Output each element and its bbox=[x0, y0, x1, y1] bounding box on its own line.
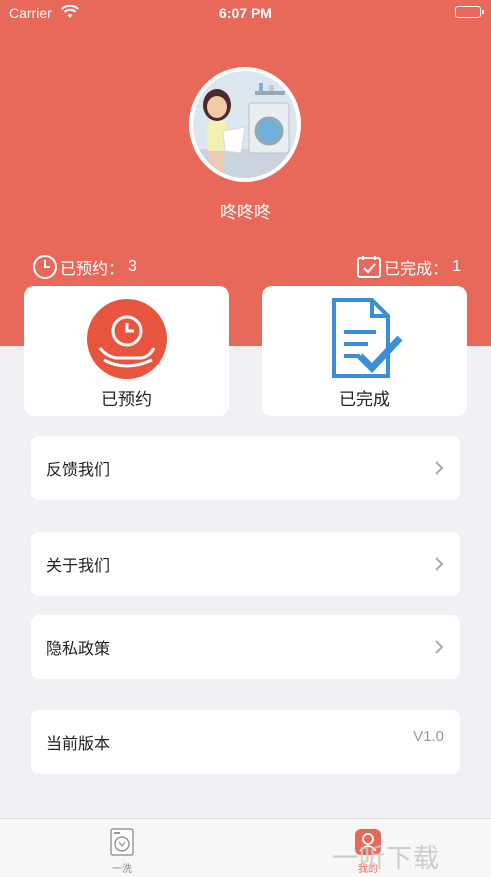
username: 咚咚咚 bbox=[220, 203, 271, 222]
completed-stat-label: 已完成： bbox=[384, 261, 449, 278]
avatar[interactable] bbox=[189, 67, 301, 182]
booking-clock-hand-icon bbox=[87, 299, 167, 379]
completed-card[interactable]: 已完成 bbox=[262, 286, 467, 416]
battery-icon bbox=[455, 6, 484, 18]
chevron-right-icon bbox=[435, 461, 444, 475]
feedback-label: 反馈我们 bbox=[46, 462, 111, 479]
status-bar: Carrier 6:07 PM bbox=[0, 0, 491, 26]
privacy-row[interactable]: 隐私政策 bbox=[31, 615, 460, 679]
clock-text: 6:07 PM bbox=[219, 5, 272, 21]
completed-stat-count: 1 bbox=[452, 258, 461, 275]
feedback-row[interactable]: 反馈我们 bbox=[31, 436, 460, 500]
clock-icon bbox=[33, 255, 57, 279]
completed-stat: 已完成： 1 bbox=[355, 253, 461, 281]
watermark: 一听下载 bbox=[332, 844, 441, 874]
tab-wash-label: 一洗 bbox=[112, 864, 132, 875]
version-label: 当前版本 bbox=[46, 736, 111, 753]
booked-stat: 已预约： 3 bbox=[31, 253, 137, 281]
booked-card-label: 已预约 bbox=[101, 390, 152, 409]
completed-card-label: 已完成 bbox=[339, 390, 390, 409]
version-row: 当前版本 V1.0 bbox=[31, 710, 460, 774]
about-row[interactable]: 关于我们 bbox=[31, 532, 460, 596]
version-value: V1.0 bbox=[413, 728, 444, 745]
privacy-label: 隐私政策 bbox=[46, 641, 111, 658]
about-label: 关于我们 bbox=[46, 558, 111, 575]
booked-stat-label: 已预约： bbox=[60, 261, 125, 278]
booked-card[interactable]: 已预约 bbox=[24, 286, 229, 416]
document-check-icon bbox=[332, 298, 403, 378]
checkbox-icon bbox=[357, 256, 382, 278]
tab-wash[interactable]: 一洗 bbox=[92, 826, 152, 875]
booked-stat-count: 3 bbox=[128, 258, 137, 275]
chevron-right-icon bbox=[435, 557, 444, 571]
washing-machine-icon bbox=[110, 828, 134, 856]
avatar-illustration bbox=[193, 71, 297, 178]
chevron-right-icon bbox=[435, 640, 444, 654]
